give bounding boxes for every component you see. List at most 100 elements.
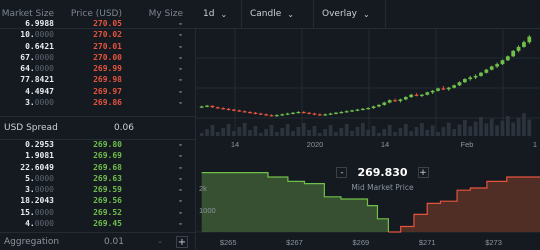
- volume-bar: [253, 126, 258, 136]
- volume-bar: [462, 119, 467, 136]
- volume-bar: [366, 130, 371, 136]
- aggregation-label: Aggregation: [4, 236, 60, 247]
- spread-label: USD Spread: [4, 123, 58, 133]
- ask-size-fraction: 0000: [34, 52, 54, 62]
- candle-body: [360, 108, 365, 111]
- bid-size: 1.9081: [0, 150, 60, 161]
- bid-size-fraction: 0000: [34, 185, 54, 195]
- ask-price: 269.99: [93, 64, 122, 74]
- volume-bar: [258, 133, 263, 136]
- candle-body: [473, 75, 478, 78]
- candle-body: [489, 66, 494, 70]
- chart-x-axis: 14 2020 14 Feb 1: [231, 140, 537, 149]
- candle-body: [425, 92, 430, 95]
- ask-row[interactable]: 6.9988 270.05 -: [0, 18, 195, 29]
- depth-x-axis: $265 $267 $269 $271 $273: [220, 238, 502, 247]
- candle-body: [328, 113, 333, 115]
- ask-size-value: 10.: [20, 30, 35, 40]
- volume-bar: [317, 133, 322, 136]
- depth-chart[interactable]: 2k 1000 $265 $267 $269 $271 $273: [195, 150, 540, 250]
- candle-body: [409, 94, 414, 98]
- overlay-dropdown[interactable]: Overlay ⌄: [314, 0, 386, 28]
- ask-row[interactable]: 4.4947 269.97 -: [0, 86, 195, 97]
- volume-bar: [199, 133, 204, 136]
- volume-bar: [344, 124, 349, 136]
- ask-size: 64.0000: [0, 63, 60, 74]
- bid-size-value: 18.2043: [20, 196, 54, 206]
- ask-my-size: -: [178, 75, 183, 85]
- candle-body: [484, 69, 489, 73]
- bid-size-value: 22.6049: [20, 162, 54, 172]
- volume-bar: [221, 128, 226, 136]
- candle-body: [339, 111, 344, 114]
- bids-list: 0.2953 269.80 - 1.9081 269.69 - 22.6049 269.68 -…: [0, 139, 195, 229]
- bid-size-fraction: 0000: [34, 219, 54, 229]
- bid-row[interactable]: 18.2043 269.56 -: [0, 195, 195, 206]
- volume-bar: [527, 119, 532, 136]
- bid-my-size: -: [178, 151, 183, 161]
- bid-row[interactable]: 1.9081 269.69 -: [0, 150, 195, 161]
- volume-bar: [441, 127, 446, 136]
- bid-row[interactable]: 5.0000 269.63 -: [0, 173, 195, 184]
- ask-size-fraction: 0000: [34, 30, 54, 40]
- mid-price-label: Mid Market Price: [351, 183, 414, 192]
- chart-style-dropdown[interactable]: Candle ⌄: [242, 0, 314, 28]
- bid-size: 18.2043: [0, 195, 60, 206]
- bid-size: 15.0000: [0, 207, 60, 218]
- candle-body: [420, 94, 424, 96]
- price-chart[interactable]: 14 2020 14 Feb 1: [195, 28, 540, 150]
- volume-bar: [301, 123, 306, 136]
- aggregation-decrease-button[interactable]: -: [154, 235, 166, 248]
- ask-row[interactable]: 67.0000 270.00 -: [0, 52, 195, 63]
- bid-row[interactable]: 15.0000 269.52 -: [0, 207, 195, 218]
- ask-row[interactable]: 77.8421 269.98 -: [0, 74, 195, 85]
- chevron-down-icon: ⌄: [220, 9, 228, 19]
- zoom-in-button[interactable]: +: [417, 167, 429, 178]
- volume-bar: [495, 125, 499, 136]
- volume-bar: [232, 131, 236, 136]
- interval-dropdown[interactable]: 1d ⌄: [195, 0, 242, 28]
- depth-x-tick: $273: [485, 238, 502, 247]
- interval-value: 1d: [203, 9, 215, 19]
- ask-row[interactable]: 64.0000 269.99 -: [0, 63, 195, 74]
- chart-x-tick: 14: [231, 140, 239, 149]
- candle-body: [226, 108, 231, 111]
- candle-body: [446, 87, 451, 90]
- ask-size-fraction: 0000: [34, 64, 54, 74]
- bid-size-value: 0.2953: [25, 140, 54, 149]
- chevron-down-icon: ⌄: [363, 9, 370, 19]
- aggregation-increase-button[interactable]: +: [176, 235, 188, 248]
- ask-size-value: 0.6421: [25, 41, 54, 51]
- bid-size-value: 5.: [25, 173, 35, 183]
- bid-row[interactable]: 0.2953 269.80 -: [0, 139, 195, 150]
- candle-body: [280, 114, 285, 116]
- bid-row[interactable]: 22.6049 269.68 -: [0, 162, 195, 173]
- volume-bar: [403, 124, 408, 136]
- bid-size: 3.0000: [0, 184, 60, 195]
- ask-my-size: -: [178, 64, 183, 74]
- ask-price: 270.00: [93, 52, 122, 62]
- candle-body: [355, 109, 360, 111]
- bid-row[interactable]: 4.0000 269.45 -: [0, 218, 195, 229]
- ask-my-size: -: [178, 52, 183, 62]
- ask-row[interactable]: 3.0000 269.86 -: [0, 97, 195, 108]
- ask-price: 269.97: [93, 86, 122, 96]
- candle-body: [215, 107, 220, 109]
- bid-size-fraction: 0000: [34, 207, 54, 217]
- bid-price: 269.59: [93, 185, 122, 195]
- ask-row[interactable]: 0.6421 270.01 -: [0, 41, 195, 52]
- candle-body: [430, 90, 435, 93]
- volume-bar: [409, 131, 414, 136]
- zoom-out-button[interactable]: -: [336, 167, 348, 178]
- ask-my-size: -: [178, 98, 183, 108]
- bid-row[interactable]: 3.0000 269.59 -: [0, 184, 195, 195]
- ask-size-value: 77.8421: [20, 75, 54, 85]
- candle-body: [522, 42, 526, 47]
- candle-body: [264, 114, 269, 116]
- ask-size-value: 67.: [20, 52, 35, 62]
- volume-bar: [215, 132, 220, 136]
- ask-row[interactable]: 10.0000 270.02 -: [0, 29, 195, 40]
- depth-y-tick: 2k: [199, 184, 207, 193]
- ask-size: 67.0000: [0, 52, 60, 63]
- candle-body: [468, 77, 473, 80]
